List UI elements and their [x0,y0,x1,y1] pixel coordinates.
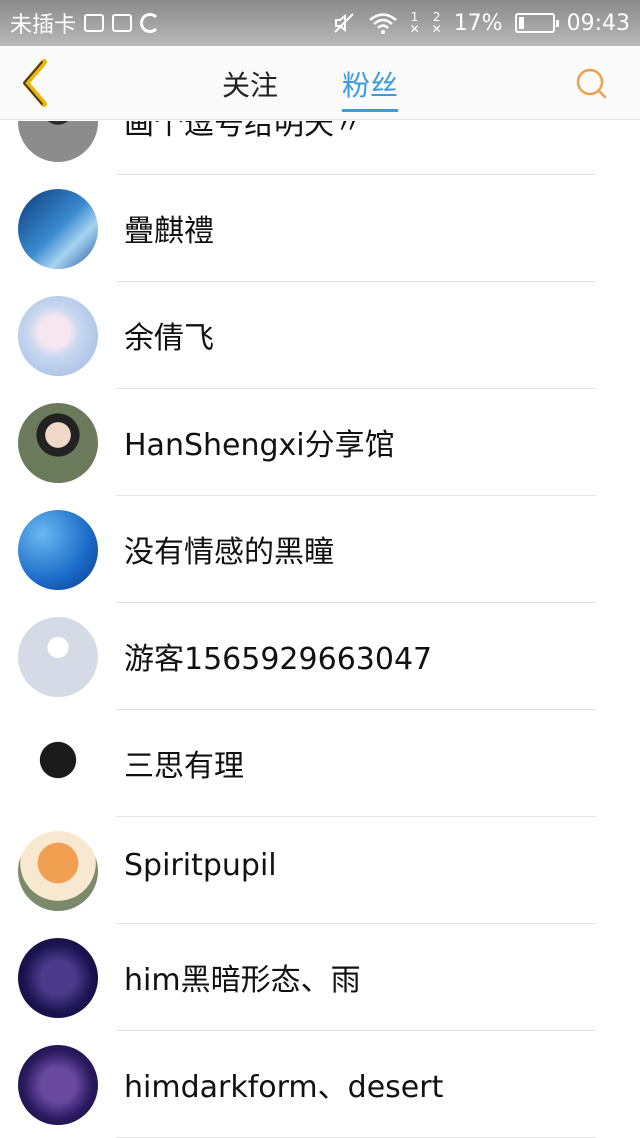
list-item[interactable]: 余倩飞 [0,282,640,389]
wifi-icon [368,13,397,34]
avatar [18,510,98,590]
avatar [18,724,98,804]
fan-name: himdarkform、desert [124,1070,444,1105]
mute-icon [333,13,354,33]
list-item[interactable]: him黑暗形态、雨 [0,924,640,1031]
avatar [18,403,98,483]
avatar [18,831,98,911]
fans-list[interactable]: 画个逗号给明天〃 疊麒禮 余倩飞 HanShengxi分享馆 没有情感的黑瞳 游… [0,121,640,1138]
image-icon [84,14,105,32]
back-button[interactable] [14,56,58,110]
sync-icon [140,13,161,33]
tab-follow[interactable]: 关注 [222,64,278,104]
status-right: 1 ✕ 2 ✕ 17% 09:43 [332,11,630,36]
battery-fill [518,17,524,29]
fan-name: 画个逗号给明天〃 [124,121,364,142]
list-item[interactable]: Spiritpupil [0,817,640,924]
avatar [18,189,98,269]
list-item[interactable]: HanShengxi分享馆 [0,389,640,496]
fan-name: 余倩飞 [124,321,214,356]
battery-percent: 17% [453,10,503,36]
fan-name: him黑暗形态、雨 [124,963,361,998]
list-item[interactable]: 游客1565929663047 [0,603,640,710]
carrier-label: 未插卡 [10,13,77,38]
sim2-label: 2 [432,10,441,24]
tab-fans[interactable]: 粉丝 [342,64,399,112]
avatar [18,296,98,376]
avatar [18,1045,98,1125]
fan-name: 没有情感的黑瞳 [124,535,334,570]
active-tab-indicator [342,109,399,112]
fan-name: HanShengxi分享馆 [124,428,395,463]
sim1-label: 1 [410,10,419,24]
status-left: 未插卡 [10,7,161,39]
list-item[interactable]: 画个逗号给明天〃 [0,121,640,175]
list-item[interactable]: himdarkform、desert [0,1031,640,1138]
top-nav-bar: 关注 粉丝 [0,46,640,120]
fan-name: 疊麒禮 [124,214,214,249]
sim1-indicator: 1 ✕ [409,10,420,36]
fan-name: Spiritpupil [124,848,277,883]
chevron-left-icon [23,59,47,107]
fan-name: 游客1565929663047 [124,642,433,677]
tab-follow-label: 关注 [222,69,279,102]
list-item[interactable]: 没有情感的黑瞳 [0,496,640,603]
list-item[interactable]: 疊麒禮 [0,175,640,282]
clock: 09:43 [566,10,630,36]
search-button[interactable] [572,64,612,104]
fan-name: 三思有理 [124,749,244,784]
avatar [18,121,98,162]
avatar [18,617,98,697]
avatar [18,938,98,1018]
list-item[interactable]: 三思有理 [0,710,640,817]
keyboard-icon [112,14,133,32]
tab-fans-label: 粉丝 [342,69,399,102]
search-icon [576,68,607,99]
battery-icon [514,13,559,33]
sim2-indicator: 2 ✕ [431,10,442,36]
status-bar: 未插卡 1 ✕ 2 ✕ 17% 09:43 [0,0,640,46]
